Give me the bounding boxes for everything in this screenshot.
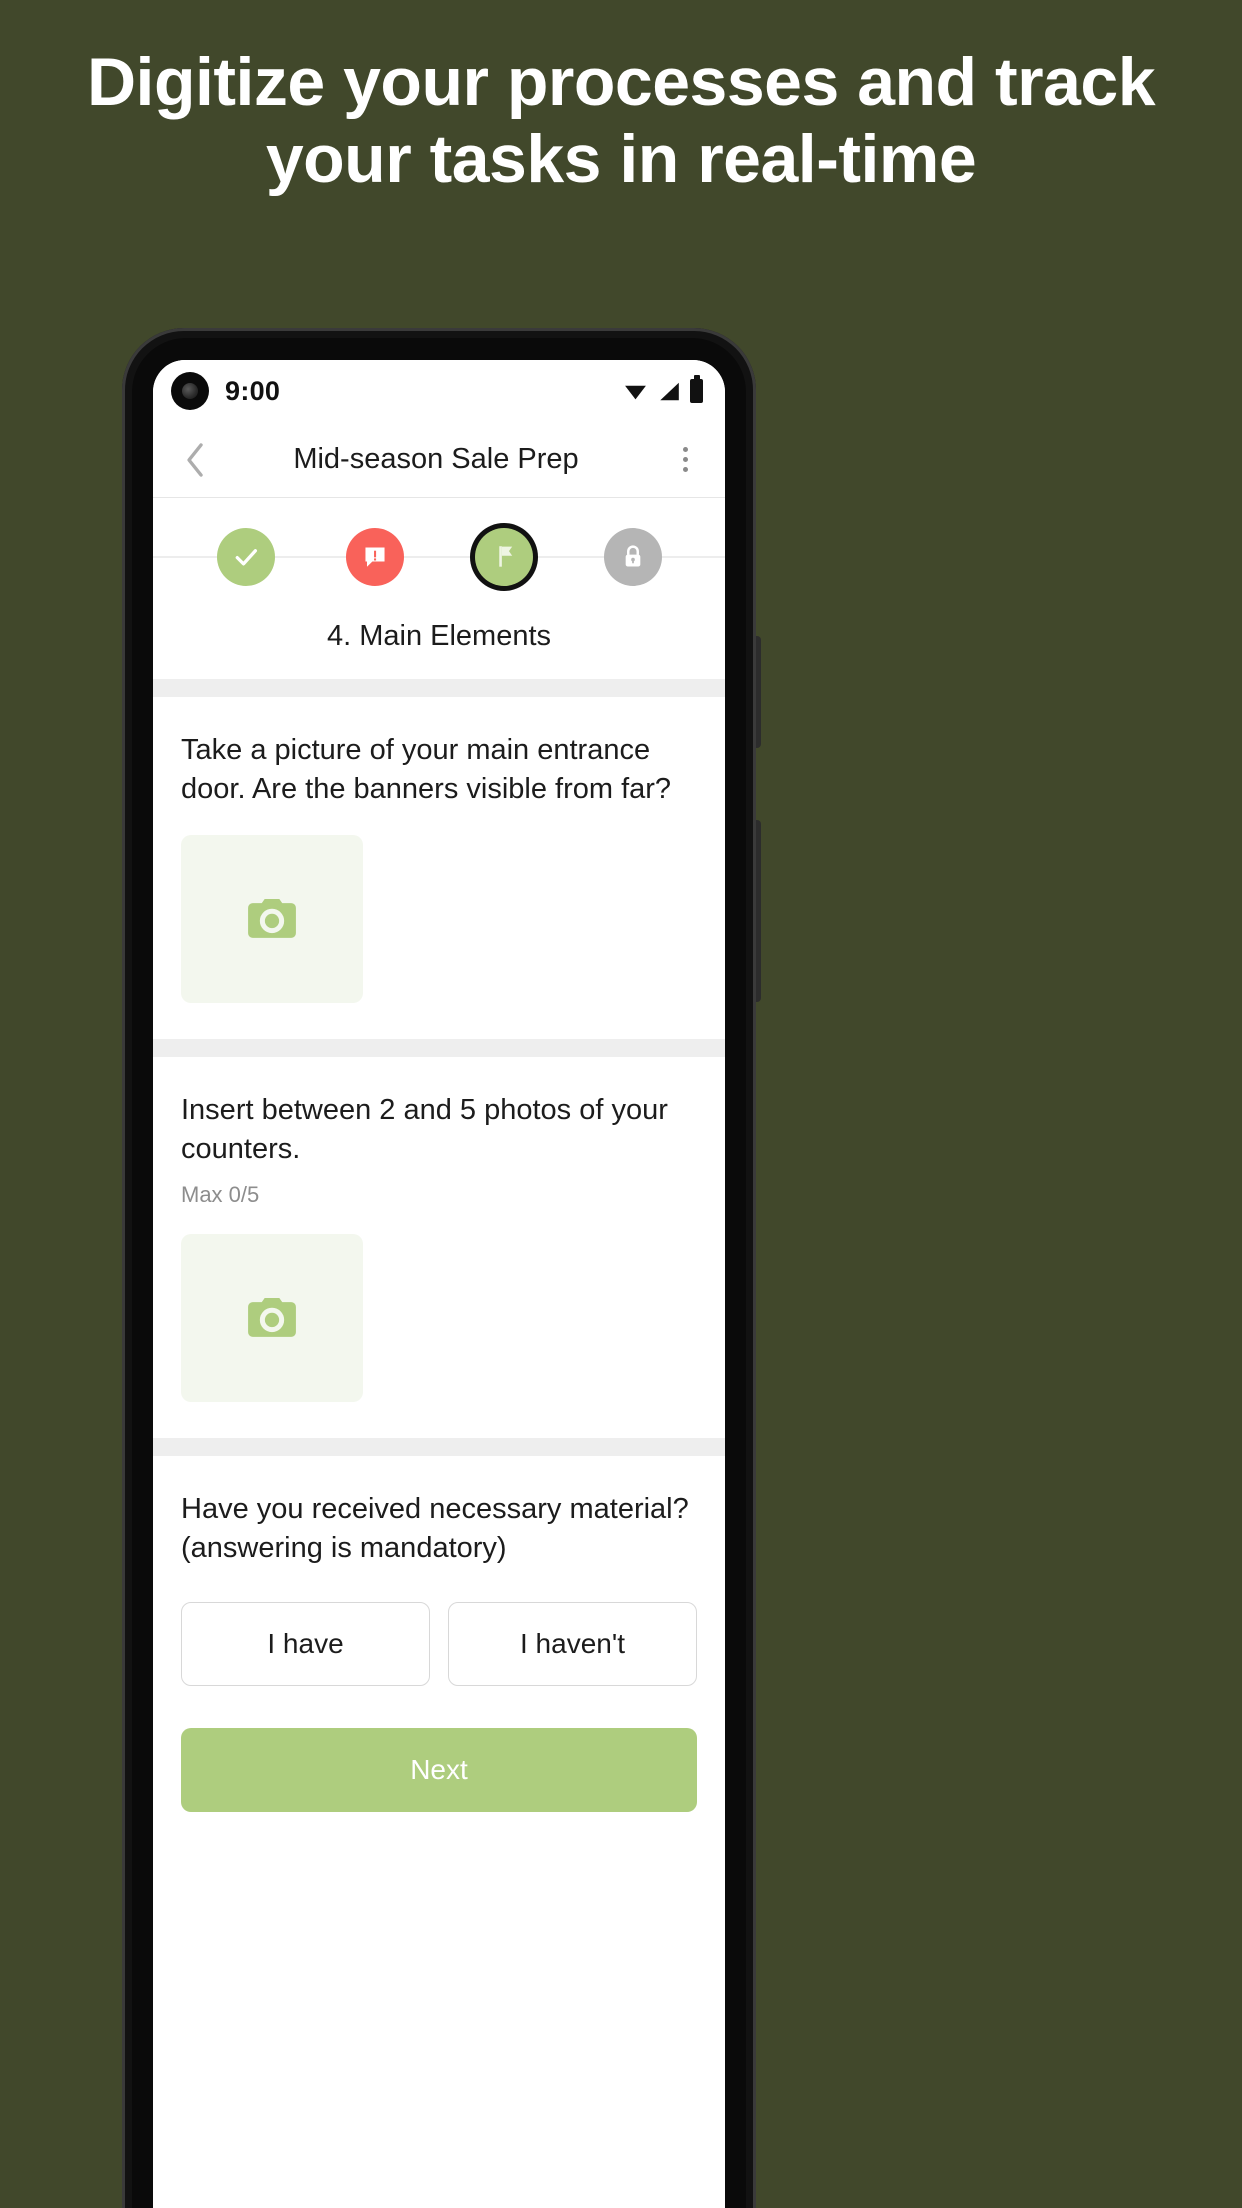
step-3-current[interactable]: [474, 528, 533, 586]
question-card-2: Insert between 2 and 5 photos of your co…: [153, 1056, 725, 1439]
overflow-menu-button[interactable]: [667, 440, 703, 480]
camera-icon: [248, 1298, 296, 1338]
choice-i-have[interactable]: I have: [181, 1602, 430, 1687]
question-text: Have you received necessary material? (a…: [181, 1493, 689, 1565]
phone-frame: 9:00 Mid-season Sale Prep 4. Main Elemen…: [122, 328, 756, 2208]
issue-comment-icon: [364, 547, 385, 567]
stepper: [153, 526, 725, 588]
step-4-locked[interactable]: [603, 528, 662, 586]
phone-screen: 9:00 Mid-season Sale Prep 4. Main Elemen…: [153, 360, 725, 2208]
section-divider: [153, 1038, 725, 1057]
camera-icon: [248, 898, 296, 938]
front-camera-icon: [171, 372, 209, 410]
photo-count-label: Max 0/5: [181, 1182, 260, 1208]
app-bar: Mid-season Sale Prep: [153, 422, 725, 498]
status-time: 9:00: [225, 375, 281, 406]
flag-icon: [498, 546, 512, 567]
photo-upload-1[interactable]: [181, 834, 363, 1003]
signal-icon: [660, 382, 679, 400]
check-icon: [235, 549, 257, 566]
chevron-left-icon: [187, 442, 203, 477]
section-divider: [153, 1438, 725, 1457]
status-icons: [623, 375, 703, 403]
photo-upload-2[interactable]: [181, 1234, 363, 1403]
question-text: Insert between 2 and 5 photos of your co…: [181, 1093, 668, 1165]
status-bar: 9:00: [153, 360, 725, 422]
section-divider: [153, 679, 725, 697]
current-step-label: 4. Main Elements: [326, 620, 552, 652]
choice-i-havent[interactable]: I haven't: [448, 1602, 697, 1687]
lock-icon: [625, 545, 640, 567]
wifi-icon: [625, 385, 646, 400]
choice-group: I have I haven't: [181, 1602, 697, 1687]
question-card-1: Take a picture of your main entrance doo…: [153, 697, 725, 1039]
question-text: Take a picture of your main entrance doo…: [181, 734, 672, 805]
dot: [682, 467, 688, 472]
step-1-done[interactable]: [216, 528, 275, 586]
stepper-section: 4. Main Elements: [153, 498, 725, 679]
dot: [682, 447, 688, 452]
question-card-3: Have you received necessary material? (a…: [153, 1456, 725, 1849]
page-title: Mid-season Sale Prep: [293, 443, 579, 475]
battery-icon: [690, 375, 703, 403]
promo-headline: Digitize your processes and track your t…: [86, 44, 1156, 197]
back-button[interactable]: [175, 440, 215, 480]
next-button[interactable]: Next: [181, 1728, 697, 1813]
promo-screenshot: Digitize your processes and track your t…: [0, 0, 1242, 2208]
dot: [682, 457, 688, 462]
step-2-issue[interactable]: [345, 528, 404, 586]
